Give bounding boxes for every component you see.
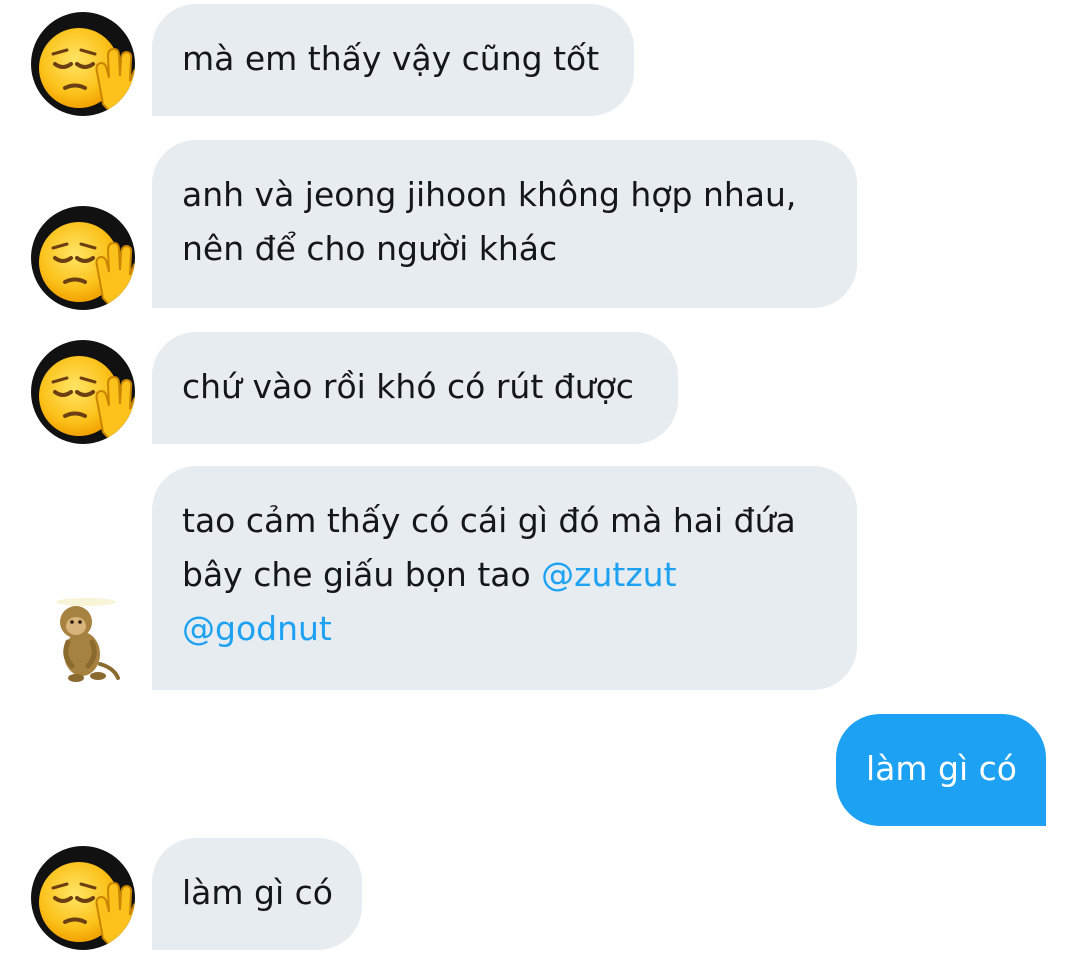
message-bubble[interactable]: làm gì có — [152, 838, 362, 950]
message-bubble[interactable]: chứ vào rồi khó có rút được — [152, 332, 678, 444]
message-text-with-mention: bây che giấu bọn tao @zutzut — [182, 548, 827, 602]
message-text: mà em thấy vậy cũng tốt — [182, 39, 600, 78]
sender-avatar[interactable] — [31, 206, 135, 310]
sender-avatar[interactable] — [31, 846, 135, 950]
message-text: nên để cho người khác — [182, 229, 558, 268]
message-text: anh và jeong jihoon không hợp nhau, — [182, 175, 797, 214]
sender-avatar[interactable] — [31, 12, 135, 116]
pensive-emoji-icon — [31, 846, 135, 950]
mention-link[interactable]: @godnut — [182, 609, 332, 648]
message-text: bây che giấu bọn tao — [182, 555, 542, 594]
monkey-sticker-icon — [56, 598, 120, 682]
message-text: làm gì có — [182, 873, 333, 912]
sender-avatar[interactable] — [46, 592, 126, 688]
outgoing-message-bubble[interactable]: làm gì có — [836, 714, 1046, 826]
message-text: làm gì có — [866, 749, 1017, 788]
sender-avatar[interactable] — [31, 340, 135, 444]
message-bubble[interactable]: anh và jeong jihoon không hợp nhau, nên … — [152, 140, 857, 308]
message-bubble[interactable]: mà em thấy vậy cũng tốt — [152, 4, 634, 116]
pensive-emoji-icon — [31, 12, 135, 116]
message-text: chứ vào rồi khó có rút được — [182, 367, 634, 406]
mention-link[interactable]: @zutzut — [541, 555, 676, 594]
message-text: tao cảm thấy có cái gì đó mà hai đứa — [182, 501, 796, 540]
pensive-emoji-icon — [31, 206, 135, 310]
pensive-emoji-icon — [31, 340, 135, 444]
message-bubble[interactable]: tao cảm thấy có cái gì đó mà hai đứa bây… — [152, 466, 857, 690]
